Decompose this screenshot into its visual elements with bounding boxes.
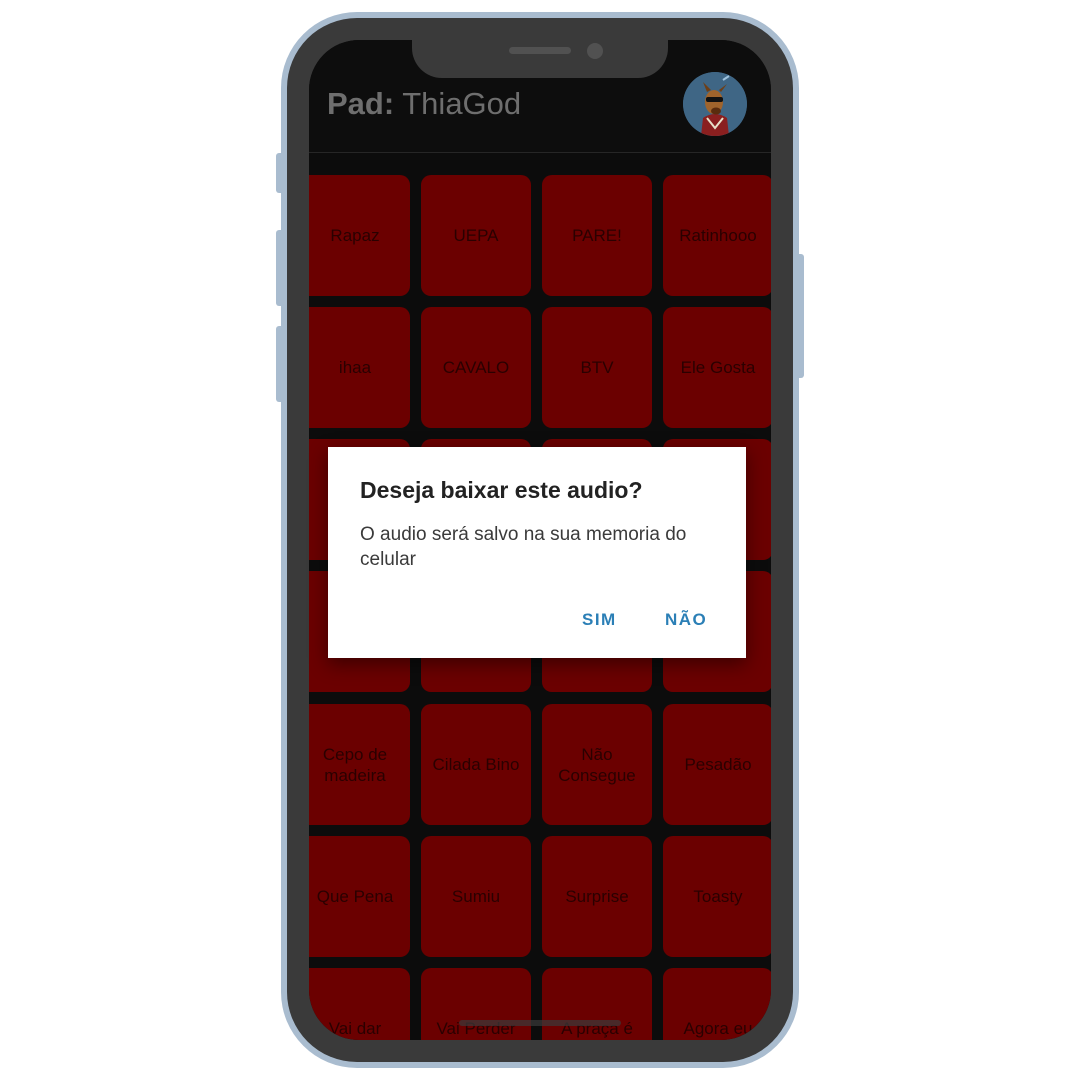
page-title: Pad: ThiaGod [327, 86, 521, 122]
pad-button[interactable]: Surprise [542, 836, 652, 957]
title-prefix: Pad: [327, 86, 395, 121]
pad-label: Ele Gosta [680, 358, 756, 377]
pad-button[interactable]: Não Consegue [542, 704, 652, 825]
pad-label: Rapaz [330, 226, 380, 245]
avatar[interactable] [683, 72, 747, 136]
pad-button[interactable]: Sumiu [421, 836, 531, 957]
pad-button[interactable]: Ele Gosta [663, 307, 771, 428]
download-confirm-dialog: Deseja baixar este audio? O audio será s… [328, 447, 746, 658]
pad-label: Ratinhooo [679, 226, 757, 245]
confirm-button[interactable]: SIM [582, 610, 617, 630]
pad-label: Não Consegue [558, 744, 636, 785]
pad-button[interactable]: ihaa [309, 307, 410, 428]
pad-button[interactable]: PARE! [542, 175, 652, 296]
dog-avatar-icon [683, 72, 747, 136]
title-name: ThiaGod [402, 86, 522, 121]
cancel-button[interactable]: NÃO [665, 610, 707, 630]
pad-label: Cilada Bino [432, 755, 520, 774]
home-indicator[interactable] [459, 1020, 621, 1026]
pad-label: BTV [580, 358, 614, 377]
pad-button[interactable]: UEPA [421, 175, 531, 296]
pad-label: ihaa [338, 358, 372, 377]
pad-label: Vai dar [328, 1019, 382, 1038]
speaker-grille [509, 47, 571, 54]
pad-label: Cepo de madeira [322, 744, 388, 785]
pad-button[interactable]: Pesadão [663, 704, 771, 825]
pad-label: Surprise [565, 887, 629, 906]
dialog-title: Deseja baixar este audio? [360, 477, 643, 503]
pad-button[interactable]: CAVALO [421, 307, 531, 428]
pad-button[interactable]: Cepo de madeira [309, 704, 410, 825]
dialog-message: O audio será salvo na sua memoria do cel… [360, 524, 687, 570]
pad-button[interactable]: Vai dar [309, 968, 410, 1040]
pad-label: PARE! [572, 226, 622, 245]
pad-label: Que Pena [316, 887, 394, 906]
pad-button[interactable]: Rapaz [309, 175, 410, 296]
pad-button[interactable]: Ratinhooo [663, 175, 771, 296]
pad-button[interactable]: A praça é [542, 968, 652, 1040]
pad-label: UEPA [453, 226, 499, 245]
pad-button[interactable]: Agora eu [663, 968, 771, 1040]
phone-power-button [796, 254, 804, 378]
pad-button[interactable]: BTV [542, 307, 652, 428]
phone-volume-down-button [276, 326, 284, 402]
pad-label: Pesadão [684, 755, 752, 774]
phone-silent-switch [276, 153, 284, 193]
pad-button[interactable]: Que Pena [309, 836, 410, 957]
front-camera [587, 43, 603, 59]
pad-button[interactable]: Vai Perder [421, 968, 531, 1040]
pad-label: CAVALO [442, 358, 510, 377]
pad-label: Toasty [693, 887, 743, 906]
phone-volume-up-button [276, 230, 284, 306]
pad-button[interactable]: Cilada Bino [421, 704, 531, 825]
pad-label: Agora eu [683, 1019, 753, 1038]
pad-label: Sumiu [451, 887, 501, 906]
pad-button[interactable]: Toasty [663, 836, 771, 957]
